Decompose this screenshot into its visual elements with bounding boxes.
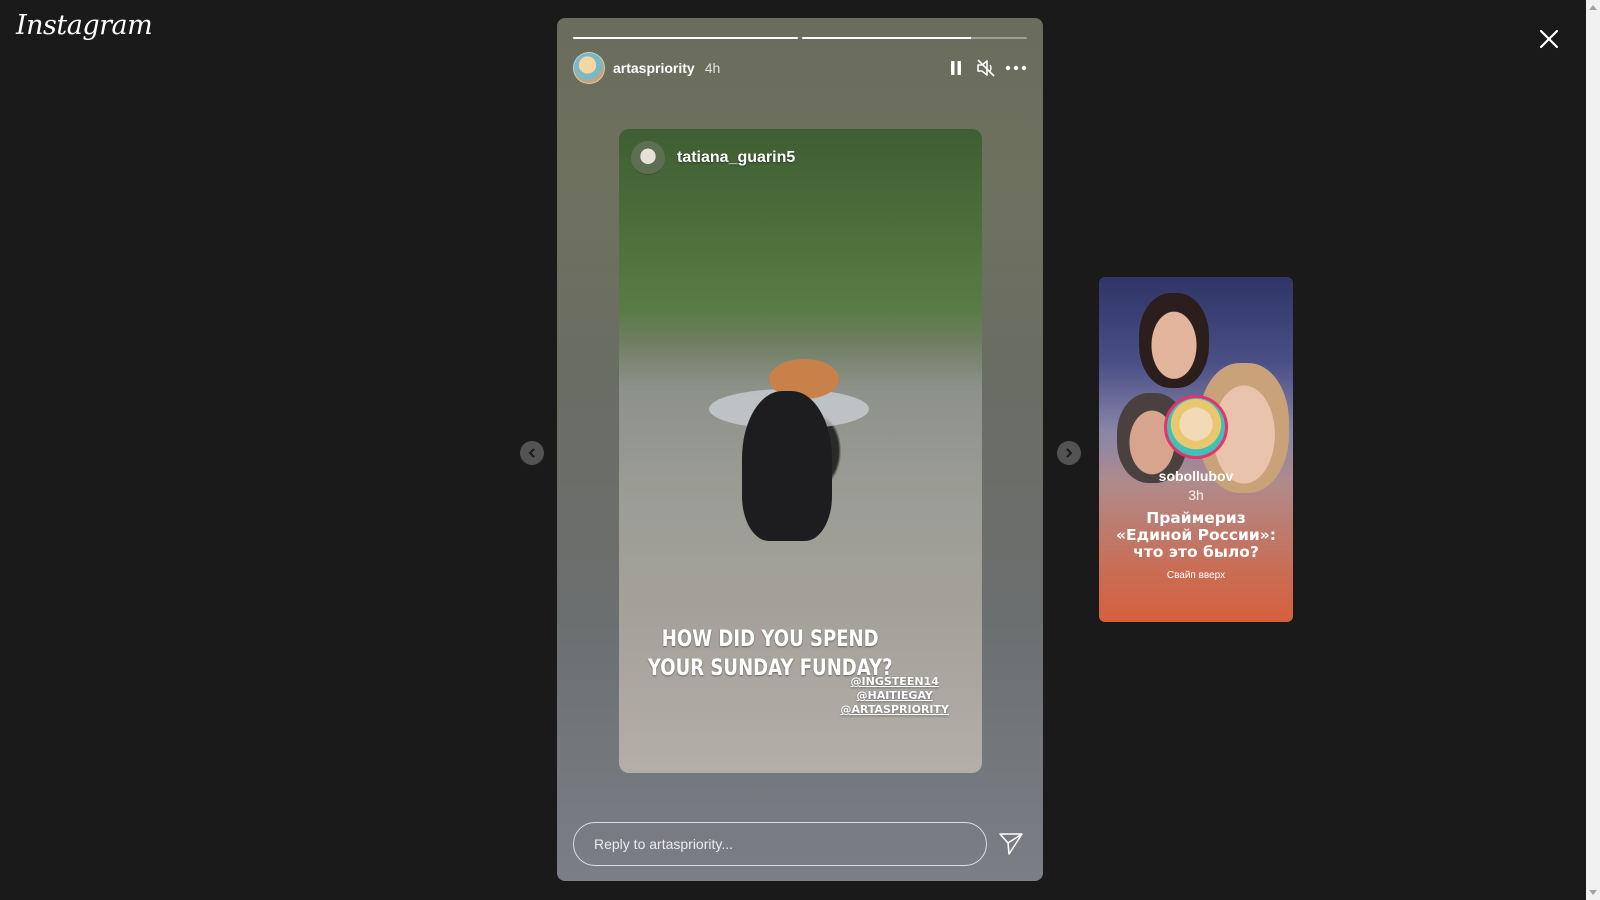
chevron-right-icon [1066, 448, 1073, 458]
swipe-up-label: Свайп вверх [1166, 570, 1226, 581]
shared-author-avatar [631, 141, 665, 175]
reply-bar [573, 822, 1027, 866]
preview-image-person [1139, 293, 1209, 388]
progress-segment [573, 37, 798, 39]
next-story-timestamp: 3h [1188, 487, 1204, 503]
mute-icon [977, 59, 995, 77]
mention-tag[interactable]: @ARTASPRIORITY [840, 703, 949, 717]
pause-button[interactable] [945, 57, 967, 79]
more-options-button[interactable] [1005, 57, 1027, 79]
pause-icon [951, 61, 961, 75]
page-scrollbar[interactable] [1586, 0, 1600, 900]
story-viewer[interactable]: artaspriority 4h tatiana_guarin5 HOW DID… [557, 18, 1043, 881]
shared-author-username: tatiana_guarin5 [677, 149, 796, 166]
story-username[interactable]: artaspriority [613, 60, 695, 76]
send-button[interactable] [997, 830, 1025, 858]
avatar[interactable] [573, 52, 605, 84]
next-story-button[interactable] [1057, 441, 1081, 465]
close-icon [1539, 29, 1559, 49]
mention-tag[interactable]: @HAITIEGAY [840, 689, 949, 703]
next-story-preview[interactable]: sobollubov 3h Праймериз «Единой России»:… [1099, 277, 1293, 622]
more-icon [1005, 65, 1027, 71]
mention-tags: @INGSTEEN14 @HAITIEGAY @ARTASPRIORITY [840, 675, 949, 717]
send-icon [999, 833, 1023, 855]
shared-author[interactable]: tatiana_guarin5 [631, 141, 795, 175]
story-header: artaspriority 4h [573, 52, 1027, 84]
previous-story-button[interactable] [520, 441, 544, 465]
reply-input[interactable] [573, 822, 987, 866]
reshared-story-media[interactable]: tatiana_guarin5 HOW DID YOU SPEND YOUR S… [619, 129, 982, 773]
next-story-headline: Праймериз «Единой России»: что это было? [1116, 509, 1276, 561]
progress-segment [802, 37, 1027, 39]
close-button[interactable] [1534, 24, 1564, 54]
story-progress [573, 37, 1027, 39]
scroll-down-icon[interactable] [1589, 890, 1597, 895]
story-timestamp: 4h [704, 60, 721, 76]
black-dog [742, 391, 832, 541]
next-story-username: sobollubov [1158, 468, 1234, 484]
mute-button[interactable] [975, 57, 997, 79]
instagram-logo[interactable]: Instagram [16, 10, 153, 41]
chevron-left-icon [528, 448, 535, 458]
scroll-up-icon[interactable] [1589, 5, 1597, 10]
avatar [1164, 395, 1228, 459]
mention-tag[interactable]: @INGSTEEN14 [840, 675, 949, 689]
